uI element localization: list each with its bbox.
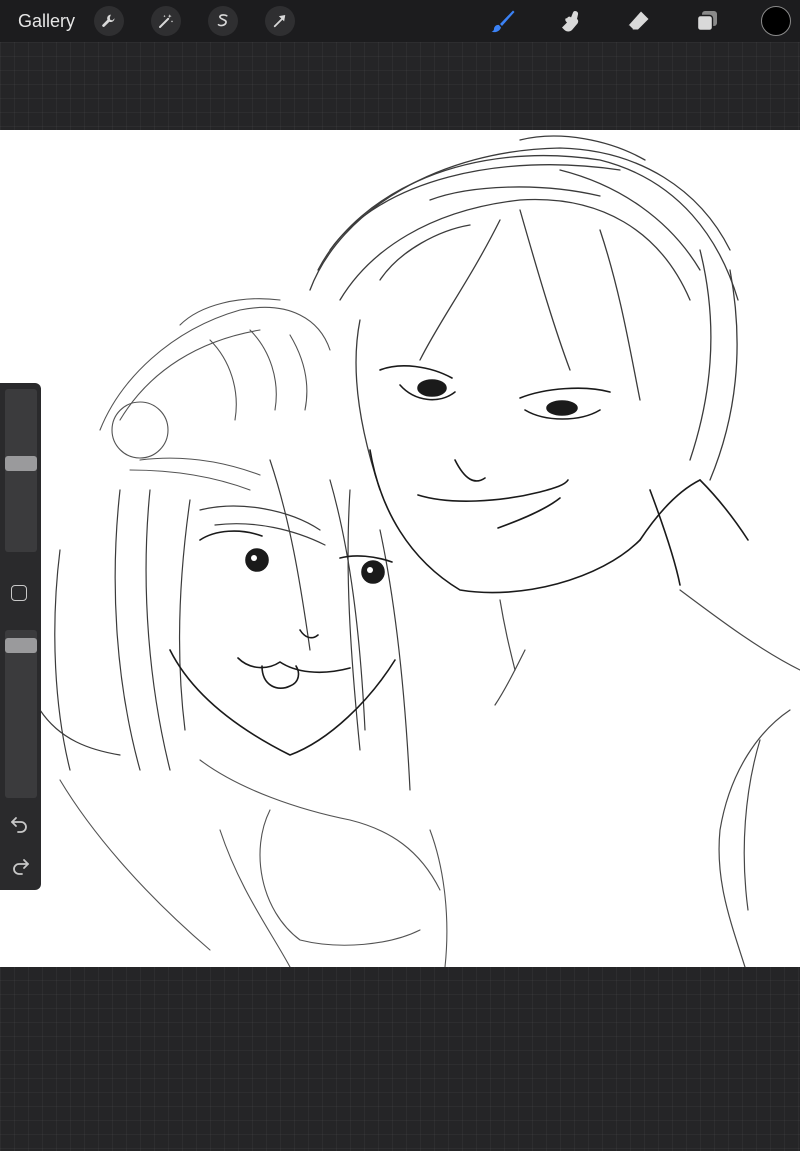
adjustments-button[interactable] (151, 6, 181, 36)
magic-wand-icon (159, 14, 174, 28)
undo-button[interactable] (9, 812, 31, 834)
smudge-finger-icon (562, 11, 579, 32)
brush-icon (491, 10, 515, 33)
transform-button[interactable] (265, 6, 295, 36)
color-swatch[interactable] (761, 6, 791, 36)
opacity-slider[interactable] (5, 630, 37, 798)
brush-size-thumb[interactable] (5, 456, 37, 471)
layers-icon (696, 11, 717, 32)
redo-arrow-icon (13, 859, 29, 875)
eraser-button[interactable] (624, 6, 654, 36)
drawing-canvas[interactable] (0, 130, 800, 967)
opacity-thumb[interactable] (5, 638, 37, 653)
brush-button[interactable] (488, 6, 518, 36)
top-toolbar: Gallery (0, 0, 800, 42)
brush-size-slider[interactable] (5, 389, 37, 552)
eraser-icon (627, 11, 649, 31)
wrench-icon (102, 14, 115, 27)
selection-s-icon (217, 14, 228, 27)
actions-button[interactable] (94, 6, 124, 36)
smudge-button[interactable] (556, 6, 586, 36)
undo-arrow-icon (11, 817, 27, 833)
gallery-button[interactable]: Gallery (18, 9, 75, 33)
selection-button[interactable] (208, 6, 238, 36)
redo-button[interactable] (9, 854, 31, 876)
brush-sidebar (0, 383, 41, 890)
layers-button[interactable] (692, 6, 722, 36)
modify-square-icon[interactable] (11, 585, 27, 601)
sketch-artwork (39, 135, 800, 967)
arrow-cursor-icon (273, 15, 286, 28)
